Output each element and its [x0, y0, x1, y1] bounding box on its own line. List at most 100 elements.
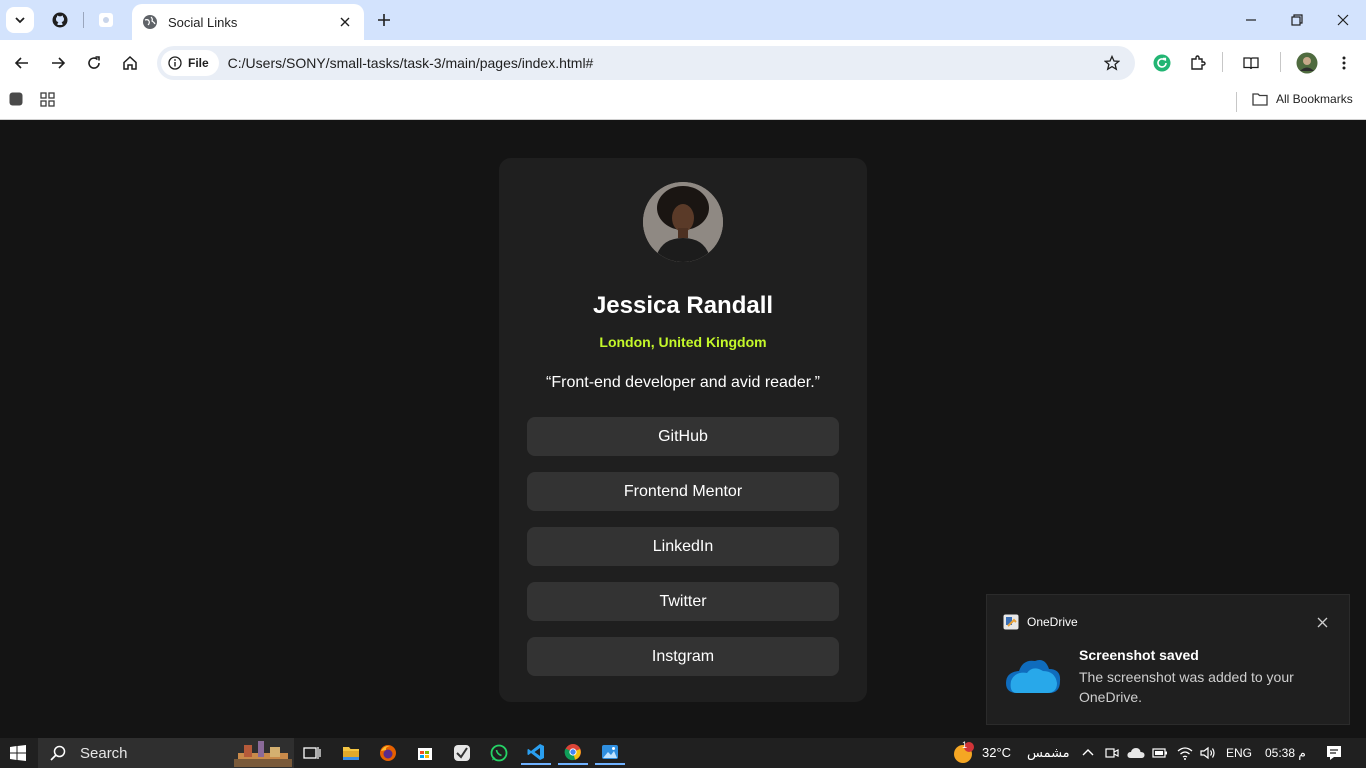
start-button[interactable]: [3, 741, 33, 765]
notifications-button[interactable]: [1319, 741, 1349, 765]
onedrive-tray-button[interactable]: [1124, 741, 1148, 765]
folder-icon: [1252, 93, 1268, 106]
github-link[interactable]: GitHub: [527, 417, 839, 456]
taskbar-search[interactable]: Search: [38, 738, 294, 768]
firefox-button[interactable]: [373, 741, 403, 765]
site-info-chip[interactable]: File: [161, 50, 219, 76]
windows-logo-icon: [10, 745, 26, 761]
toolbar-divider: [1222, 52, 1223, 72]
task-view-icon: [303, 747, 321, 759]
vscode-icon: [527, 744, 544, 760]
chevron-up-icon: [1082, 749, 1094, 756]
back-button[interactable]: [9, 50, 35, 76]
pinned-tab-github[interactable]: [44, 8, 76, 32]
menu-button[interactable]: [1331, 50, 1357, 76]
search-highlight-icon: [234, 741, 292, 767]
bookmark-app-button[interactable]: [9, 92, 23, 106]
chevron-down-icon: [15, 17, 25, 24]
chrome-button[interactable]: [558, 741, 588, 765]
wifi-icon: [1177, 747, 1193, 760]
app-check-button[interactable]: [447, 741, 477, 765]
close-tab-button[interactable]: [336, 13, 354, 31]
bookmark-divider: [1236, 92, 1237, 112]
close-icon: [1337, 14, 1349, 26]
pinned-tab-page[interactable]: [90, 8, 122, 32]
vscode-button[interactable]: [521, 741, 551, 765]
weather-condition-label[interactable]: مشمس: [1027, 745, 1070, 761]
close-window-button[interactable]: [1320, 6, 1366, 34]
notification-app: OneDrive: [1003, 614, 1078, 630]
notification-close-button[interactable]: [1313, 613, 1331, 631]
close-icon: [1317, 617, 1327, 627]
home-button[interactable]: [117, 50, 143, 76]
restore-icon: [1291, 14, 1303, 26]
file-explorer-button[interactable]: [336, 741, 366, 765]
linkedin-link[interactable]: LinkedIn: [527, 527, 839, 566]
wifi-button[interactable]: [1173, 741, 1197, 765]
profile-name: Jessica Randall: [592, 292, 774, 319]
minimize-button[interactable]: [1228, 6, 1274, 34]
all-bookmarks-button[interactable]: All Bookmarks: [1252, 92, 1353, 106]
extensions-button[interactable]: [1185, 50, 1211, 76]
plus-icon: [378, 14, 390, 26]
task-view-button[interactable]: [297, 741, 327, 765]
puzzle-icon: [1191, 55, 1206, 70]
profile-location: London, United Kingdom: [599, 334, 767, 350]
store-icon: [418, 748, 432, 760]
onedrive-notification[interactable]: OneDrive Screenshot saved The screenshot…: [986, 594, 1350, 725]
photos-button[interactable]: [595, 741, 625, 765]
bookmarks-bar: All Bookmarks: [0, 84, 1366, 120]
volume-button[interactable]: [1196, 741, 1220, 765]
bookmark-star-button[interactable]: [1097, 48, 1127, 78]
battery-button[interactable]: [1148, 741, 1172, 765]
all-bookmarks-label: All Bookmarks: [1276, 92, 1353, 106]
restore-button[interactable]: [1274, 6, 1320, 34]
whatsapp-button[interactable]: [484, 741, 514, 765]
twitter-link[interactable]: Twitter: [527, 582, 839, 621]
arrow-right-icon: [52, 57, 66, 69]
instagram-link[interactable]: Instgram: [527, 637, 839, 676]
reload-button[interactable]: [81, 50, 107, 76]
language-indicator[interactable]: ENG: [1226, 746, 1252, 760]
page-favicon-icon: [99, 13, 113, 27]
profile-photo-icon: [643, 182, 723, 262]
reload-icon: [88, 56, 100, 69]
weather-badge: 1: [962, 740, 968, 750]
onedrive-cloud-icon: [1006, 660, 1061, 693]
profile-bio: “Front-end developer and avid reader.”: [546, 374, 820, 391]
show-hidden-icons-button[interactable]: [1075, 741, 1101, 765]
check-shield-icon: [454, 745, 470, 761]
avatar: [643, 182, 723, 262]
search-label: Search: [80, 744, 128, 762]
apps-button[interactable]: [40, 92, 55, 107]
square-app-icon: [9, 92, 23, 106]
battery-icon: [1152, 748, 1167, 758]
url-text[interactable]: C:/Users/SONY/small-tasks/task-3/main/pa…: [228, 55, 1097, 71]
profile-card: Jessica Randall London, United Kingdom “…: [499, 158, 867, 702]
folder-icon: [343, 746, 359, 760]
tab-divider: [83, 12, 84, 28]
meet-now-button[interactable]: [1100, 741, 1124, 765]
globe-icon: [143, 15, 157, 29]
forward-button[interactable]: [45, 50, 71, 76]
arrow-left-icon: [14, 57, 28, 69]
sync-extension-button[interactable]: [1149, 50, 1175, 76]
whatsapp-icon: [490, 744, 508, 762]
tab-search-button[interactable]: [6, 7, 34, 33]
clock[interactable]: 05:38 م: [1265, 746, 1306, 760]
profile-avatar-button[interactable]: [1294, 50, 1320, 76]
firefox-icon: [380, 745, 396, 761]
frontend-mentor-link[interactable]: Frontend Mentor: [527, 472, 839, 511]
address-bar[interactable]: File C:/Users/SONY/small-tasks/task-3/ma…: [157, 46, 1135, 80]
reading-mode-button[interactable]: [1238, 50, 1264, 76]
book-icon: [1243, 57, 1259, 70]
star-icon: [1104, 55, 1120, 71]
notification-app-name: OneDrive: [1027, 615, 1078, 629]
avatar-icon: [1296, 52, 1318, 74]
tab-social-links[interactable]: Social Links: [132, 4, 364, 40]
new-tab-button[interactable]: [372, 8, 396, 32]
ms-store-button[interactable]: [410, 741, 440, 765]
social-links-list: GitHub Frontend Mentor LinkedIn Twitter …: [527, 417, 839, 692]
tab-strip: Social Links: [0, 0, 1366, 40]
temperature-label[interactable]: 32°C: [982, 745, 1011, 760]
